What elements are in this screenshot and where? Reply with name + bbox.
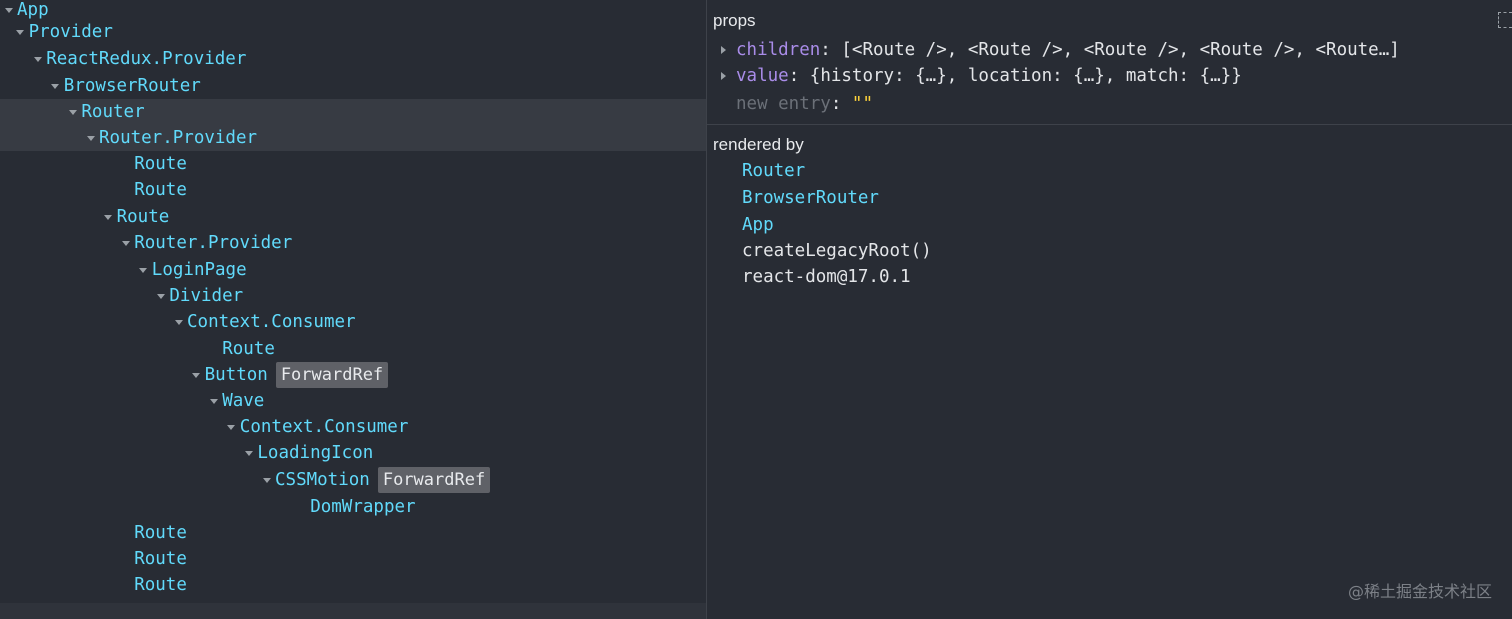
prop-key: children (736, 40, 821, 60)
new-entry-value[interactable]: "" (852, 94, 873, 114)
component-name: BrowserRouter (63, 76, 201, 96)
props-heading: props (713, 11, 756, 30)
tree-row[interactable]: Context.Consumer (0, 309, 706, 335)
tree-row[interactable]: LoginPage (0, 257, 706, 283)
inspect-dom-icon[interactable] (1498, 12, 1512, 28)
expand-down-icon[interactable] (205, 399, 222, 404)
expand-down-icon[interactable] (223, 425, 240, 430)
component-name: Route (134, 549, 187, 569)
tree-row[interactable]: Route (0, 177, 706, 203)
component-name: DomWrapper (310, 497, 416, 517)
forwardref-badge: ForwardRef (275, 362, 389, 388)
component-details: props children : [<Route />, <Route />, … (707, 0, 1512, 619)
prop-key: value (736, 66, 789, 86)
tree-row[interactable]: Wave (0, 388, 706, 414)
prop-colon: : (830, 94, 842, 114)
component-name: Divider (169, 286, 244, 306)
tree-row[interactable]: Route (0, 546, 706, 572)
expand-right-icon[interactable] (721, 72, 736, 80)
prop-colon: : (820, 40, 831, 60)
component-name: Router.Provider (134, 233, 293, 253)
prop-value-row[interactable]: value : {history: {…}, location: {…}, ma… (721, 63, 1242, 89)
expand-down-icon[interactable] (117, 241, 134, 246)
watermark: @稀土掘金技术社区 (1347, 582, 1492, 601)
tree-row[interactable]: Router (0, 99, 706, 125)
expand-down-icon[interactable] (0, 8, 17, 13)
tree-footer (0, 603, 706, 619)
component-name: Route (134, 154, 187, 174)
owner-text: react-dom@17.0.1 (742, 267, 911, 287)
component-name: Route (134, 180, 187, 200)
component-name: LoadingIcon (257, 443, 374, 463)
tree-row[interactable]: Route (0, 151, 706, 177)
tree-row[interactable]: Context.Consumer (0, 414, 706, 440)
tree-row[interactable]: Router.Provider (0, 125, 706, 151)
owner-text: createLegacyRoot() (742, 241, 932, 261)
tree-row[interactable]: CSSMotion ForwardRef (0, 467, 706, 493)
tree-row[interactable]: Router.Provider (0, 230, 706, 256)
component-name: LoginPage (151, 260, 247, 280)
new-entry-key[interactable]: new entry (736, 94, 831, 114)
forwardref-badge: ForwardRef (377, 467, 491, 493)
tree-row[interactable]: Button ForwardRef (0, 362, 706, 388)
component-name: ReactRedux.Provider (46, 49, 247, 69)
tree-row[interactable]: Divider (0, 283, 706, 309)
component-name: Route (222, 339, 275, 359)
prop-new-entry-row[interactable]: new entry : "" (736, 91, 873, 117)
tree-row[interactable]: ReactRedux.Provider (0, 46, 706, 72)
expand-down-icon[interactable] (170, 320, 187, 325)
tree-row[interactable]: DomWrapper (0, 494, 706, 520)
tree-row[interactable]: Route (0, 572, 706, 598)
component-name: Route (134, 523, 187, 543)
section-divider (707, 124, 1512, 125)
component-name: Button (204, 365, 268, 385)
expand-down-icon[interactable] (188, 373, 205, 378)
tree-row[interactable]: BrowserRouter (0, 73, 706, 99)
component-name: Context.Consumer (239, 417, 409, 437)
expand-down-icon[interactable] (135, 268, 152, 273)
component-name: CSSMotion (275, 470, 370, 490)
component-name: Router.Provider (99, 128, 258, 148)
component-name: Wave (222, 391, 265, 411)
component-name: App (17, 0, 49, 20)
expand-down-icon[interactable] (82, 136, 99, 141)
expand-down-icon[interactable] (12, 30, 29, 35)
owner-link[interactable]: App (742, 212, 774, 238)
expand-down-icon[interactable] (240, 451, 257, 456)
component-name: Provider (28, 22, 113, 42)
tree-row[interactable]: Provider (0, 19, 706, 45)
component-name: Route (134, 575, 187, 595)
tree-row[interactable]: Route (0, 520, 706, 546)
component-name: Context.Consumer (187, 312, 356, 332)
tree-row[interactable]: LoadingIcon (0, 440, 706, 466)
expand-down-icon[interactable] (152, 294, 169, 299)
owner-link[interactable]: BrowserRouter (742, 185, 879, 211)
owner-link[interactable]: Router (742, 158, 805, 184)
expand-down-icon[interactable] (29, 57, 46, 62)
rendered-by-heading: rendered by (713, 135, 804, 154)
expand-down-icon[interactable] (258, 478, 275, 483)
expand-down-icon[interactable] (47, 84, 64, 89)
component-tree[interactable]: App Provider ReactRedux.Provider BrowserRou… (0, 0, 706, 619)
prop-value: {history: {…}, location: {…}, match: {…}… (809, 66, 1242, 86)
prop-colon: : (788, 66, 800, 86)
component-name: Route (116, 207, 170, 227)
react-devtools-panel: App Provider ReactRedux.Provider BrowserRou… (0, 0, 1512, 619)
prop-children-row[interactable]: children : [<Route />, <Route />, <Route… (721, 37, 1400, 63)
expand-right-icon[interactable] (721, 46, 736, 54)
expand-down-icon[interactable] (64, 110, 81, 115)
prop-value: [<Route />, <Route />, <Route />, <Route… (841, 40, 1400, 60)
tree-row[interactable]: Route (0, 336, 706, 362)
tree-row[interactable]: Route (0, 204, 706, 230)
expand-down-icon[interactable] (100, 215, 117, 220)
component-name: Router (81, 102, 145, 122)
